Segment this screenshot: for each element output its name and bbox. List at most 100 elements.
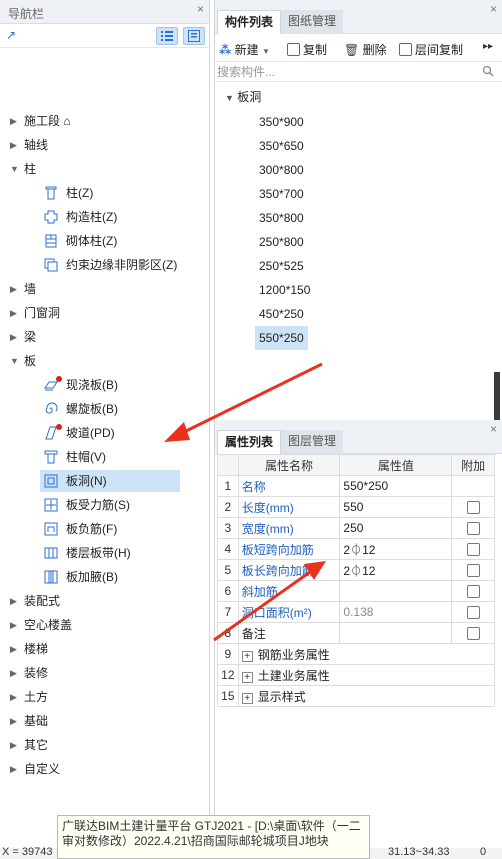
copy-button[interactable]: 复制 xyxy=(287,41,327,58)
extra-checkbox[interactable] xyxy=(466,501,480,515)
collapse-arrow-icon[interactable]: ▼ xyxy=(10,350,19,372)
extra-checkbox[interactable] xyxy=(466,606,480,620)
expand-arrow-icon[interactable]: ▶ xyxy=(10,758,17,780)
list-view-button[interactable] xyxy=(156,27,178,45)
tree-node-foundation[interactable]: ▶ 基础 xyxy=(0,710,208,732)
tree-item-column-cap[interactable]: 柱帽(V) xyxy=(0,446,208,468)
nav-close-icon[interactable]: × xyxy=(197,2,204,16)
tree-node-earthwork[interactable]: ▶ 土方 xyxy=(0,686,208,708)
table-row[interactable]: 4 板短跨向加筋 2⏀12 xyxy=(217,538,495,560)
tree-node-slab[interactable]: ▼ 板 xyxy=(0,350,208,372)
property-value[interactable]: 2⏀12 xyxy=(339,559,453,581)
component-item[interactable]: 250*800 xyxy=(255,230,308,254)
tree-node-prefab[interactable]: ▶ 装配式 xyxy=(0,590,208,612)
extra-checkbox[interactable] xyxy=(466,564,480,578)
delete-button[interactable]: 🗑 删除 xyxy=(344,41,387,58)
new-button[interactable]: ⁂ 新建 ▼ xyxy=(219,41,270,58)
tree-node-wall[interactable]: ▶ 墙 xyxy=(0,278,208,300)
search-icon[interactable] xyxy=(482,65,494,77)
tree-item-spiral-slab[interactable]: 螺旋板(B) xyxy=(0,398,208,420)
tree-node-beam[interactable]: ▶ 梁 xyxy=(0,326,208,348)
expand-arrow-icon[interactable]: ▶ xyxy=(10,734,17,756)
tree-item-column-z[interactable]: 柱(Z) xyxy=(0,182,208,204)
search-input[interactable] xyxy=(217,63,467,81)
tree-node-hollow-floor[interactable]: ▶ 空心楼盖 xyxy=(0,614,208,636)
component-panel-close-icon[interactable]: × xyxy=(490,2,497,16)
property-value[interactable]: 550*250 xyxy=(339,475,453,497)
component-item[interactable]: 350*650 xyxy=(255,134,308,158)
tab-drawing-management[interactable]: 图纸管理 xyxy=(281,10,344,34)
tree-item-slab-hole[interactable]: 板洞(N) xyxy=(40,470,180,492)
component-item[interactable]: 450*250 xyxy=(255,302,308,326)
table-row-group[interactable]: 12 + 土建业务属性 xyxy=(217,664,496,686)
collapse-arrow-icon[interactable]: ▼ xyxy=(10,158,19,180)
expand-arrow-icon[interactable]: ▶ xyxy=(10,590,17,612)
table-row-group[interactable]: 9 + 钢筋业务属性 xyxy=(217,643,496,665)
table-row-group[interactable]: 15 + 显示样式 xyxy=(217,685,496,707)
tree-node-stairs[interactable]: ▶ 楼梯 xyxy=(0,638,208,660)
detail-view-button[interactable] xyxy=(183,27,205,45)
tree-item-slab-main-rebar[interactable]: 板受力筋(S) xyxy=(0,494,208,516)
tree-item-ramp[interactable]: 坡道(PD) xyxy=(0,422,208,444)
floor-copy-button[interactable]: 层间复制 xyxy=(399,41,463,58)
extra-checkbox[interactable] xyxy=(466,522,480,536)
component-item[interactable]: 1200*150 xyxy=(255,278,314,302)
expand-arrow-icon[interactable]: ▶ xyxy=(10,302,17,324)
component-item[interactable]: 350*700 xyxy=(255,182,308,206)
tree-item-slab-negative-rebar[interactable]: 板负筋(F) xyxy=(0,518,208,540)
component-item-selected[interactable]: 550*250 xyxy=(255,326,308,350)
tree-node-door-window[interactable]: ▶ 门窗洞 xyxy=(0,302,208,324)
tree-item-slab-haunch[interactable]: 板加腋(B) xyxy=(0,566,208,588)
property-value[interactable] xyxy=(339,622,453,644)
tree-node-decoration[interactable]: ▶ 装修 xyxy=(0,662,208,684)
extra-checkbox[interactable] xyxy=(466,543,480,557)
tree-node-custom[interactable]: ▶ 自定义 xyxy=(0,758,208,780)
component-group-slab-hole[interactable]: ▼ 板洞 xyxy=(225,86,261,108)
table-row[interactable]: 3 宽度(mm) 250 xyxy=(217,517,495,539)
component-item[interactable]: 350*800 xyxy=(255,206,308,230)
expand-arrow-icon[interactable]: ▶ xyxy=(10,662,17,684)
collapse-arrow-icon[interactable]: ▼ xyxy=(225,93,234,103)
component-item[interactable]: 250*525 xyxy=(255,254,308,278)
expand-arrow-icon[interactable]: ▶ xyxy=(10,110,17,132)
table-row[interactable]: 6 斜加筋 xyxy=(217,580,495,602)
tab-component-list[interactable]: 构件列表 xyxy=(217,10,282,34)
extra-checkbox[interactable] xyxy=(466,585,480,599)
expand-arrow-icon[interactable]: ▶ xyxy=(10,134,17,156)
tree-node-axis[interactable]: ▶ 轴线 xyxy=(0,134,208,156)
expand-arrow-icon[interactable]: ▶ xyxy=(10,710,17,732)
property-value[interactable]: 250 xyxy=(339,517,453,539)
expand-plus-icon[interactable]: + xyxy=(241,692,253,704)
expand-arrow-icon[interactable]: ▶ xyxy=(10,278,17,300)
tree-node-construction-section[interactable]: ▶ 施工段 ⌂ xyxy=(0,110,208,132)
property-panel-close-icon[interactable]: × xyxy=(490,422,497,436)
table-row[interactable]: 5 板长跨向加筋 2⏀12 xyxy=(217,559,495,581)
dropdown-arrow-icon[interactable]: ▼ xyxy=(262,47,270,56)
table-row[interactable]: 2 长度(mm) 550 xyxy=(217,496,495,518)
expand-plus-icon[interactable]: + xyxy=(241,650,253,662)
tab-property-list[interactable]: 属性列表 xyxy=(217,430,282,454)
tree-item-boundary-zone[interactable]: 约束边缘非阴影区(Z) xyxy=(0,254,208,276)
tree-node-column[interactable]: ▼ 柱 xyxy=(0,158,208,180)
tree-item-floor-strip[interactable]: 楼层板带(H) xyxy=(0,542,208,564)
extra-checkbox[interactable] xyxy=(466,627,480,641)
component-item[interactable]: 300*800 xyxy=(255,158,308,182)
tree-item-cast-slab[interactable]: 现浇板(B) xyxy=(0,374,208,396)
expand-arrow-icon[interactable]: ▶ xyxy=(10,638,17,660)
property-value[interactable]: 2⏀12 xyxy=(339,538,453,560)
property-value[interactable]: 550 xyxy=(339,496,453,518)
expand-plus-icon[interactable]: + xyxy=(241,671,253,683)
tree-item-masonry-column[interactable]: 砌体柱(Z) xyxy=(0,230,208,252)
expand-arrow-icon[interactable]: ▶ xyxy=(10,686,17,708)
expand-arrow-icon[interactable]: ▶ xyxy=(10,326,17,348)
table-row[interactable]: 7 洞口面积(m²) 0.138 xyxy=(217,601,495,623)
tree-item-construct-column[interactable]: 构造柱(Z) xyxy=(0,206,208,228)
scrollbar-thumb[interactable] xyxy=(494,372,500,420)
table-row[interactable]: 1 名称 550*250 xyxy=(217,475,495,497)
property-value[interactable] xyxy=(339,580,453,602)
toolbar-overflow-icon[interactable]: ▸▸ xyxy=(483,41,493,52)
pin-icon[interactable]: ↗ xyxy=(6,28,16,42)
tab-layer-management[interactable]: 图层管理 xyxy=(281,430,344,454)
tree-node-other[interactable]: ▶ 其它 xyxy=(0,734,208,756)
expand-arrow-icon[interactable]: ▶ xyxy=(10,614,17,636)
